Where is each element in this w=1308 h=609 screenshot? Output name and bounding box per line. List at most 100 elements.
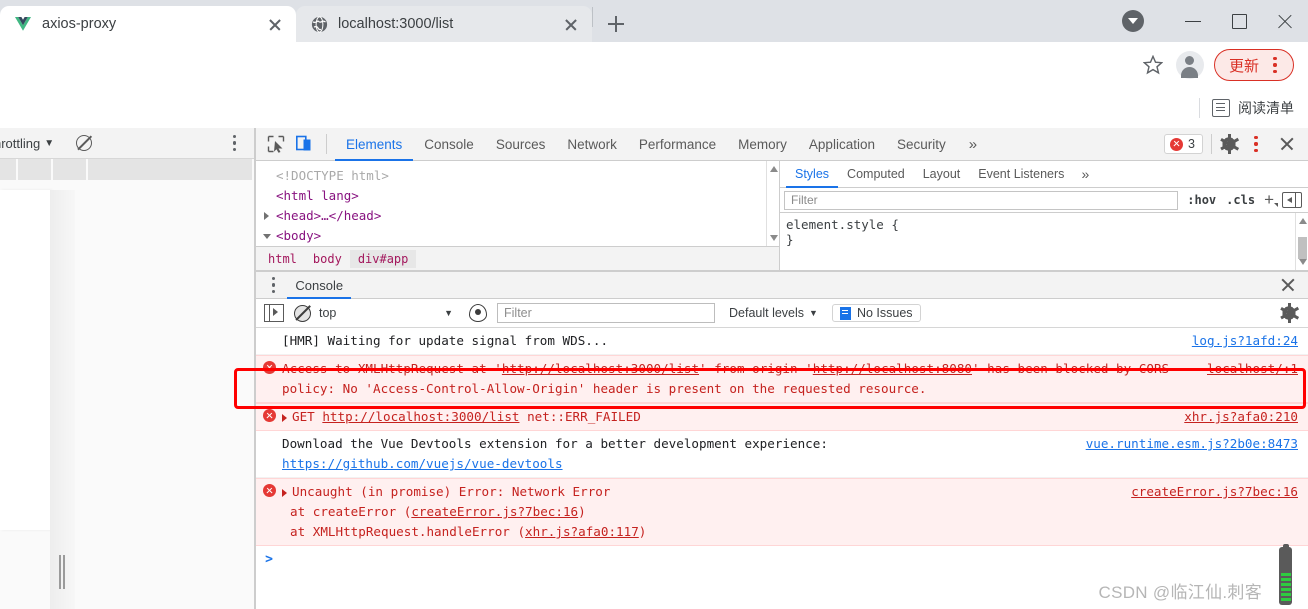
kebab-menu-icon[interactable] <box>232 134 236 152</box>
stack-frame-2-link[interactable]: xhr.js?afa0:117 <box>525 524 639 539</box>
tab-network[interactable]: Network <box>556 128 628 161</box>
breadcrumb-div-app[interactable]: div#app <box>349 249 417 268</box>
tab-sources[interactable]: Sources <box>485 128 557 161</box>
breadcrumb-body[interactable]: body <box>305 250 350 268</box>
cors-url-request[interactable]: http://localhost:3000/list <box>502 361 699 376</box>
dom-line-head[interactable]: <head>…</head> <box>262 206 779 226</box>
more-tabs-icon[interactable]: » <box>1073 166 1097 182</box>
new-tab-button[interactable] <box>601 9 631 39</box>
device-toolbar-icon[interactable] <box>290 131 318 157</box>
console-source-link[interactable]: localhost/:1 <box>1207 359 1308 379</box>
browser-tab-localhost-list[interactable]: localhost:3000/list <box>296 6 592 42</box>
tab-layout[interactable]: Layout <box>914 161 970 188</box>
expand-triangle-icon[interactable] <box>282 488 287 497</box>
close-icon[interactable] <box>1274 131 1300 157</box>
watermark-text: CSDN @临江仙.刺客 <box>1098 583 1262 602</box>
console-sidebar-icon[interactable] <box>264 303 284 323</box>
drawer-tab-console[interactable]: Console <box>287 271 351 299</box>
close-window-button[interactable] <box>1262 0 1308 42</box>
new-style-rule-button[interactable]: + <box>1260 190 1278 210</box>
tab-application[interactable]: Application <box>798 128 886 161</box>
tab-elements[interactable]: Elements <box>335 128 413 161</box>
console-source-link[interactable]: xhr.js?afa0:210 <box>1184 407 1308 427</box>
breadcrumb-html[interactable]: html <box>260 250 305 268</box>
scroll-down-icon[interactable] <box>1298 259 1307 265</box>
inspect-element-icon[interactable] <box>262 131 290 157</box>
issues-badge[interactable]: No Issues <box>831 304 921 322</box>
cors-url-origin[interactable]: http://localhost:8080 <box>813 361 972 376</box>
dom-line-body[interactable]: <body> <box>262 226 779 246</box>
scroll-up-icon[interactable] <box>769 166 778 172</box>
get-url[interactable]: http://localhost:3000/list <box>322 409 519 424</box>
browser-toolbar: 更新 <box>0 42 1308 88</box>
update-button[interactable]: 更新 <box>1213 49 1294 81</box>
expand-triangle-icon[interactable] <box>282 413 287 422</box>
styles-rules[interactable]: element.style { } <box>780 213 1308 270</box>
console-source-link[interactable]: createError.js?7bec:16 <box>1131 482 1308 502</box>
profile-avatar[interactable] <box>1175 51 1204 79</box>
resize-handle[interactable] <box>57 555 67 589</box>
tab-console[interactable]: Console <box>413 128 485 161</box>
error-count-badge[interactable]: 3 <box>1164 134 1203 154</box>
dom-tree-scrollbar[interactable] <box>766 161 779 246</box>
tab-event-listeners[interactable]: Event Listeners <box>969 161 1073 188</box>
tab-search-icon[interactable] <box>1122 10 1144 32</box>
stack-frame-2-post: ) <box>638 524 647 539</box>
dom-line-doctype[interactable]: <!DOCTYPE html> <box>262 166 779 186</box>
console-source-link[interactable]: log.js?1afd:24 <box>1192 331 1308 351</box>
throttle-label[interactable]: hrottling <box>0 136 40 151</box>
hov-toggle[interactable]: :hov <box>1182 193 1221 207</box>
scrollbar-thumb[interactable] <box>1298 237 1307 259</box>
toggle-sidebar-icon[interactable] <box>1282 192 1302 208</box>
vue-devtools-link[interactable]: https://github.com/vuejs/vue-devtools <box>282 456 563 471</box>
error-count: 3 <box>1188 137 1195 151</box>
gear-icon[interactable] <box>1219 133 1239 155</box>
console-log-levels[interactable]: Default levels ▼ <box>729 306 818 320</box>
close-icon[interactable] <box>1276 273 1300 297</box>
live-expression-icon[interactable] <box>469 304 487 322</box>
cors-part-1: Access to XMLHttpRequest at ' <box>282 361 502 376</box>
close-icon[interactable] <box>264 13 286 35</box>
browser-tab-axios-proxy[interactable]: axios-proxy <box>0 6 296 42</box>
kebab-menu-icon[interactable] <box>1267 56 1283 74</box>
cls-toggle[interactable]: .cls <box>1221 193 1260 207</box>
dom-line-html[interactable]: <html lang> <box>262 186 779 206</box>
reading-list-label[interactable]: 阅读清单 <box>1238 98 1294 118</box>
tab-performance[interactable]: Performance <box>628 128 727 161</box>
stack-frame-2: at XMLHttpRequest.handleError (xhr.js?af… <box>256 522 1308 542</box>
console-prompt[interactable]: > <box>256 546 1308 567</box>
kebab-menu-icon[interactable] <box>1248 135 1264 153</box>
console-context-selector[interactable]: top ▼ <box>319 306 459 320</box>
styles-filter-input[interactable]: Filter <box>784 190 1179 210</box>
expand-triangle-icon[interactable] <box>264 212 269 220</box>
minimize-button[interactable] <box>1170 0 1216 42</box>
console-source-link[interactable]: vue.runtime.esm.js?2b0e:8473 <box>1086 434 1308 454</box>
tab-computed[interactable]: Computed <box>838 161 914 188</box>
network-error-text: Uncaught (in promise) Error: Network Err… <box>292 484 611 499</box>
console-message-list[interactable]: [HMR] Waiting for update signal from WDS… <box>256 328 1308 609</box>
divider <box>1211 134 1212 154</box>
console-filter-input[interactable]: Filter <box>497 303 715 323</box>
close-icon[interactable] <box>560 13 582 35</box>
tab-security[interactable]: Security <box>886 128 957 161</box>
tab-styles[interactable]: Styles <box>786 161 838 188</box>
scroll-down-icon[interactable] <box>769 235 778 241</box>
chevron-down-icon: ▼ <box>444 308 453 318</box>
kebab-menu-icon[interactable] <box>272 276 276 294</box>
maximize-button[interactable] <box>1216 0 1262 42</box>
clear-console-icon[interactable] <box>294 304 311 322</box>
console-message-cors-error: Access to XMLHttpRequest at 'http://loca… <box>256 355 1308 403</box>
collapse-triangle-icon[interactable] <box>263 234 271 243</box>
scroll-up-icon[interactable] <box>1298 218 1307 224</box>
more-tabs-icon[interactable]: » <box>957 136 989 153</box>
vue-devtools-text: Download the Vue Devtools extension for … <box>282 436 828 451</box>
gear-icon[interactable] <box>1279 302 1299 324</box>
styles-scrollbar[interactable] <box>1295 213 1308 270</box>
stack-frame-1-link[interactable]: createError.js?7bec:16 <box>411 504 578 519</box>
dom-tree[interactable]: <!DOCTYPE html> <html lang> <head>…</hea… <box>256 161 779 246</box>
chevron-down-icon[interactable]: ▼ <box>44 138 54 149</box>
star-icon[interactable] <box>1136 48 1170 82</box>
clear-network-icon[interactable] <box>76 135 93 151</box>
tab-memory[interactable]: Memory <box>727 128 798 161</box>
reading-list-icon <box>1212 99 1230 117</box>
